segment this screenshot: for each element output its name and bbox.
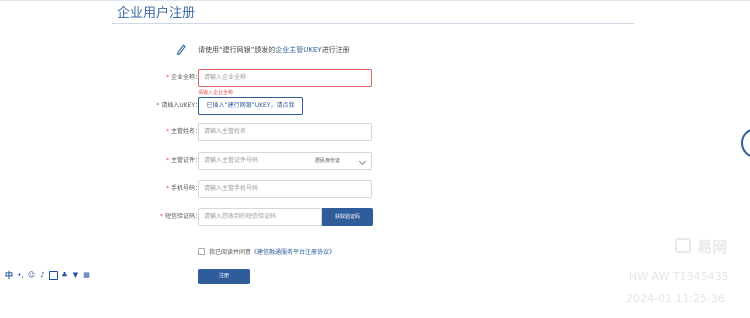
watermark-brand: 易网 bbox=[697, 238, 728, 256]
emoji-icon[interactable]: ☺ bbox=[27, 271, 36, 280]
skin-icon[interactable]: ♣ bbox=[60, 271, 69, 280]
pencil-icon bbox=[176, 44, 186, 56]
manager-name-label: * 主管姓名： bbox=[165, 128, 201, 135]
id-type-select[interactable]: 居民身份证 bbox=[299, 152, 372, 170]
manager-id-row: * 主管证件： 请输入主管证件号码 居民身份证 bbox=[112, 152, 634, 170]
company-name-row: * 企业全称： 请输入企业全称 请输入企业全称 bbox=[112, 69, 634, 96]
sms-row: * 短信验证码： 请输入您收到的短信验证码 获取验证码 bbox=[112, 208, 634, 226]
agreement-checkbox[interactable] bbox=[198, 247, 205, 255]
notice-highlight: 企业主管UKEY bbox=[275, 46, 322, 54]
manager-name-row: * 主管姓名： 请输入主管姓名 bbox=[112, 123, 634, 141]
notice-suffix: 进行注册 bbox=[321, 46, 350, 54]
ukey-row: * 请插入UKEY： 已插入“建行网银”UKEY，请点我 bbox=[112, 97, 634, 115]
punctuation-icon[interactable]: •, bbox=[16, 271, 25, 280]
register-button[interactable]: 注册 bbox=[198, 269, 250, 284]
company-name-label: * 企业全称： bbox=[165, 74, 201, 81]
required-mark: * bbox=[165, 74, 169, 81]
ime-toolbar: 中 •, ☺ ♪ ♣ ▼ ▦ bbox=[2, 269, 93, 281]
microphone-icon[interactable]: ♪ bbox=[38, 271, 47, 280]
manager-id-label: * 主管证件： bbox=[165, 157, 201, 164]
manager-id-input[interactable]: 请输入主管证件号码 bbox=[198, 152, 300, 170]
phone-input[interactable]: 请输入主管手机号码 bbox=[198, 180, 372, 198]
agreement-text: 我已阅读并同意 bbox=[209, 248, 252, 256]
ime-mode-toggle[interactable]: 中 bbox=[4, 271, 14, 280]
sms-label: * 短信验证码： bbox=[159, 213, 201, 220]
phone-row: * 手机号码： 请输入主管手机号码 bbox=[112, 180, 634, 198]
company-name-error: 请输入企业全称 bbox=[198, 90, 234, 96]
watermark-id: HW AW T1345435 bbox=[629, 270, 729, 283]
watermark-time: 2024-01 11:25:36 bbox=[626, 292, 725, 305]
company-name-input[interactable]: 请输入企业全称 bbox=[198, 69, 372, 87]
manager-name-input[interactable]: 请输入主管姓名 bbox=[198, 123, 372, 141]
get-code-button[interactable]: 获取验证码 bbox=[322, 208, 373, 226]
sms-code-input[interactable]: 请输入您收到的短信验证码 bbox=[198, 208, 322, 226]
title-divider bbox=[112, 23, 634, 24]
ukey-notice: 请使用“建行网银”颁发的 企业主管UKEY 进行注册 bbox=[176, 43, 350, 57]
grid-icon[interactable]: ▦ bbox=[82, 271, 91, 280]
watermark-logo-icon bbox=[675, 238, 691, 253]
page-title: 企业用户注册 bbox=[117, 6, 196, 21]
chevron-down-icon bbox=[358, 157, 367, 166]
agreement-link[interactable]: 《建信融通服务平台注册协议》 bbox=[251, 247, 335, 256]
shirt-icon[interactable]: ▼ bbox=[71, 271, 80, 280]
id-type-value: 居民身份证 bbox=[315, 158, 341, 164]
ukey-label: * 请插入UKEY： bbox=[156, 102, 201, 109]
ukey-inserted-button[interactable]: 已插入“建行网银”UKEY，请点我 bbox=[198, 97, 303, 115]
phone-label: * 手机号码： bbox=[165, 185, 201, 192]
notice-prefix: 请使用“建行网银”颁发的 bbox=[198, 46, 276, 54]
side-float-button[interactable] bbox=[741, 128, 750, 158]
keyboard-icon[interactable] bbox=[49, 270, 58, 280]
registration-panel: 企业用户注册 请使用“建行网银”颁发的 企业主管UKEY 进行注册 * 企业全称： 请… bbox=[112, 0, 634, 318]
agreement: 我已阅读并同意 《建信融通服务平台注册协议》 bbox=[198, 246, 335, 256]
